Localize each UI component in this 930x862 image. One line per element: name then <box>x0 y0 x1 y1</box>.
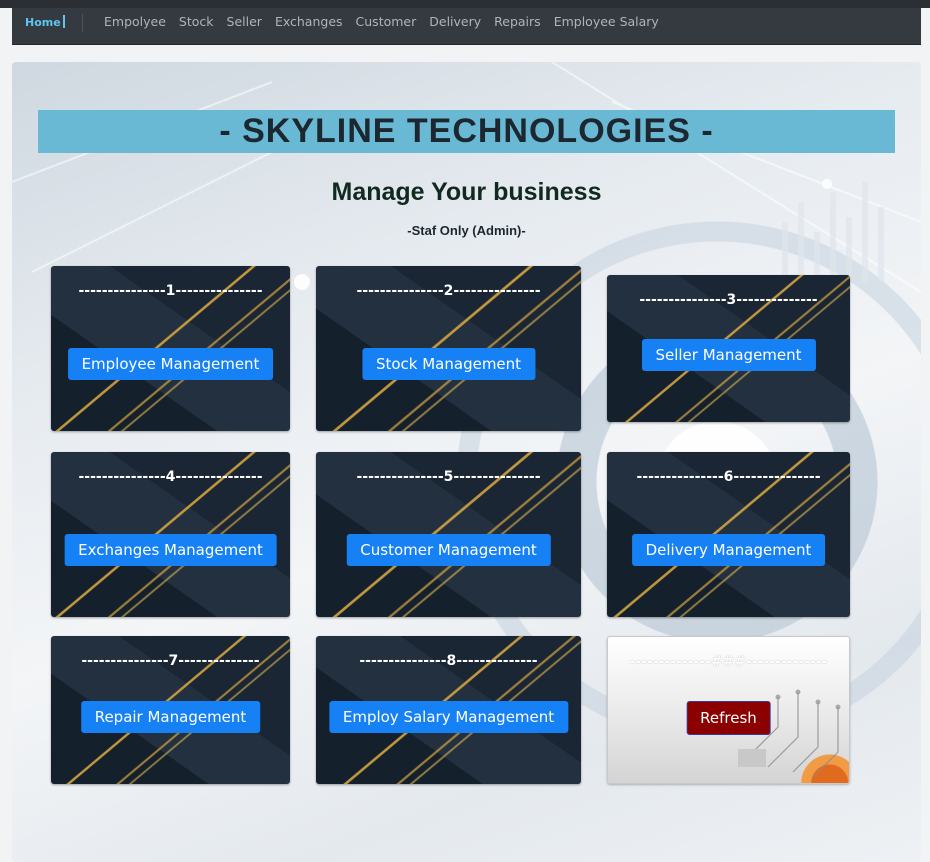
nav-link-seller[interactable]: Seller <box>227 14 262 29</box>
card-stock: ---------------2--------------- Stock Ma… <box>316 266 581 431</box>
nav-link-exchanges[interactable]: Exchanges <box>275 14 343 29</box>
window-top-strip <box>0 0 930 8</box>
card-exchanges: ---------------4--------------- Exchange… <box>51 452 290 617</box>
customer-management-button[interactable]: Customer Management <box>346 534 551 566</box>
card-number-line: ---------------6--------------- <box>636 469 821 485</box>
nav-link-employee-salary[interactable]: Employee Salary <box>554 14 659 29</box>
card-number-line: --------------###-------------- <box>629 654 828 670</box>
nav-link-stock[interactable]: Stock <box>179 14 214 29</box>
nav-divider <box>82 14 83 32</box>
card-number-line: ---------------7-------------- <box>81 653 260 669</box>
card-employee: ---------------1--------------- Employee… <box>51 266 290 431</box>
page-subtitle: Manage Your business <box>331 178 602 206</box>
card-number-line: ---------------1--------------- <box>78 283 263 299</box>
stock-management-button[interactable]: Stock Management <box>361 348 536 380</box>
card-delivery: ---------------6--------------- Delivery… <box>607 452 850 617</box>
exchanges-management-button[interactable]: Exchanges Management <box>64 534 277 566</box>
nav-link-repairs[interactable]: Repairs <box>494 14 541 29</box>
nav-link-employee[interactable]: Empolyee <box>104 14 166 29</box>
top-navbar: Home Empolyee Stock Seller Exchanges Cus… <box>12 8 921 45</box>
card-number-line: ---------------5--------------- <box>356 469 541 485</box>
card-employ-salary: ---------------8-------------- Employ Sa… <box>316 636 581 784</box>
nav-links: Empolyee Stock Seller Exchanges Customer… <box>104 14 659 29</box>
card-number-line: ---------------8-------------- <box>359 653 538 669</box>
refresh-button[interactable]: Refresh <box>686 701 771 735</box>
nav-link-delivery[interactable]: Delivery <box>429 14 481 29</box>
card-number-line: ---------------4--------------- <box>78 469 263 485</box>
card-seller: ---------------3-------------- Seller Ma… <box>607 275 850 422</box>
repair-management-button[interactable]: Repair Management <box>80 701 261 733</box>
seller-management-button[interactable]: Seller Management <box>641 339 816 371</box>
card-refresh: --------------###-------------- Refresh <box>607 636 850 784</box>
nav-link-customer[interactable]: Customer <box>356 14 417 29</box>
employee-management-button[interactable]: Employee Management <box>67 348 274 380</box>
main-panel: - SKYLINE TECHNOLOGIES - Manage Your bus… <box>12 62 921 862</box>
card-number-line: ---------------2--------------- <box>356 283 541 299</box>
nav-active-indicator <box>63 15 65 28</box>
nav-home-link[interactable]: Home <box>25 16 61 29</box>
card-customer: ---------------5--------------- Customer… <box>316 452 581 617</box>
title-banner: - SKYLINE TECHNOLOGIES - <box>38 110 895 153</box>
card-number-line: ---------------3-------------- <box>639 292 818 308</box>
employ-salary-management-button[interactable]: Employ Salary Management <box>328 701 569 733</box>
staff-only-note: -Staf Only (Admin)- <box>407 223 526 238</box>
delivery-management-button[interactable]: Delivery Management <box>631 534 826 566</box>
site-title: - SKYLINE TECHNOLOGIES - <box>219 112 714 150</box>
card-repair: ---------------7-------------- Repair Ma… <box>51 636 290 784</box>
